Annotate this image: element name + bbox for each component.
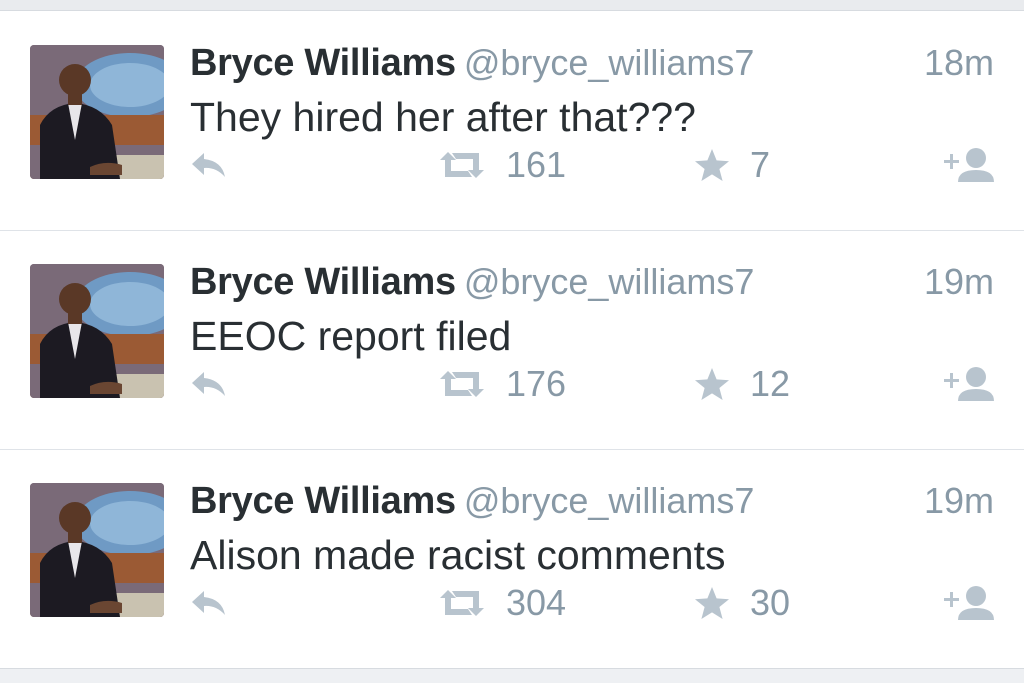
reply-button[interactable] <box>190 578 228 628</box>
star-icon <box>695 587 729 619</box>
favorite-count: 12 <box>750 363 791 404</box>
timestamp[interactable]: 19m <box>924 480 994 522</box>
retweet-icon <box>440 590 484 616</box>
tweet-header: Bryce Williams @bryce_williams7 <box>190 42 754 85</box>
tweet[interactable]: Bryce Williams @bryce_williams7 18m They … <box>0 12 1024 231</box>
bottom-divider <box>0 668 1024 683</box>
timeline: Bryce Williams @bryce_williams7 18m They … <box>0 0 1024 683</box>
timestamp[interactable]: 19m <box>924 261 994 303</box>
favorite-button[interactable]: 30 <box>694 578 790 628</box>
retweet-count: 176 <box>506 363 567 404</box>
tweet-actions: 161 7 <box>0 140 1024 190</box>
star-icon <box>695 149 729 181</box>
tweet-actions: 176 12 <box>0 359 1024 409</box>
top-divider <box>0 0 1024 11</box>
username[interactable]: @bryce_williams7 <box>464 261 755 302</box>
timestamp[interactable]: 18m <box>924 42 994 84</box>
follow-icon <box>944 148 994 182</box>
display-name[interactable]: Bryce Williams <box>190 261 456 303</box>
tweet[interactable]: Bryce Williams @bryce_williams7 19m Aliso… <box>0 450 1024 669</box>
display-name[interactable]: Bryce Williams <box>190 42 456 84</box>
favorite-button[interactable]: 12 <box>694 359 790 409</box>
tweet-text: EEOC report filed <box>190 313 512 359</box>
username[interactable]: @bryce_williams7 <box>464 42 755 83</box>
tweet-header: Bryce Williams @bryce_williams7 <box>190 261 754 304</box>
retweet-icon <box>440 152 484 178</box>
tweet-text: Alison made racist comments <box>190 532 726 578</box>
reply-button[interactable] <box>190 359 228 409</box>
follow-button[interactable] <box>940 359 996 409</box>
follow-icon <box>944 586 994 620</box>
follow-button[interactable] <box>940 140 996 190</box>
username[interactable]: @bryce_williams7 <box>464 480 755 521</box>
star-icon <box>695 368 729 400</box>
retweet-icon <box>440 371 484 397</box>
retweet-button[interactable]: 161 <box>438 140 566 190</box>
retweet-button[interactable]: 176 <box>438 359 566 409</box>
tweet-actions: 304 30 <box>0 578 1024 628</box>
reply-icon <box>192 372 225 396</box>
follow-icon <box>944 367 994 401</box>
tweet[interactable]: Bryce Williams @bryce_williams7 19m EEOC … <box>0 231 1024 450</box>
retweet-count: 304 <box>506 582 567 623</box>
follow-button[interactable] <box>940 578 996 628</box>
reply-icon <box>192 591 225 615</box>
reply-icon <box>192 153 225 177</box>
favorite-count: 30 <box>750 582 791 623</box>
favorite-button[interactable]: 7 <box>694 140 770 190</box>
retweet-count: 161 <box>506 144 567 185</box>
favorite-count: 7 <box>750 144 771 185</box>
reply-button[interactable] <box>190 140 228 190</box>
display-name[interactable]: Bryce Williams <box>190 480 456 522</box>
retweet-button[interactable]: 304 <box>438 578 566 628</box>
tweet-header: Bryce Williams @bryce_williams7 <box>190 480 754 523</box>
tweet-text: They hired her after that??? <box>190 94 696 140</box>
